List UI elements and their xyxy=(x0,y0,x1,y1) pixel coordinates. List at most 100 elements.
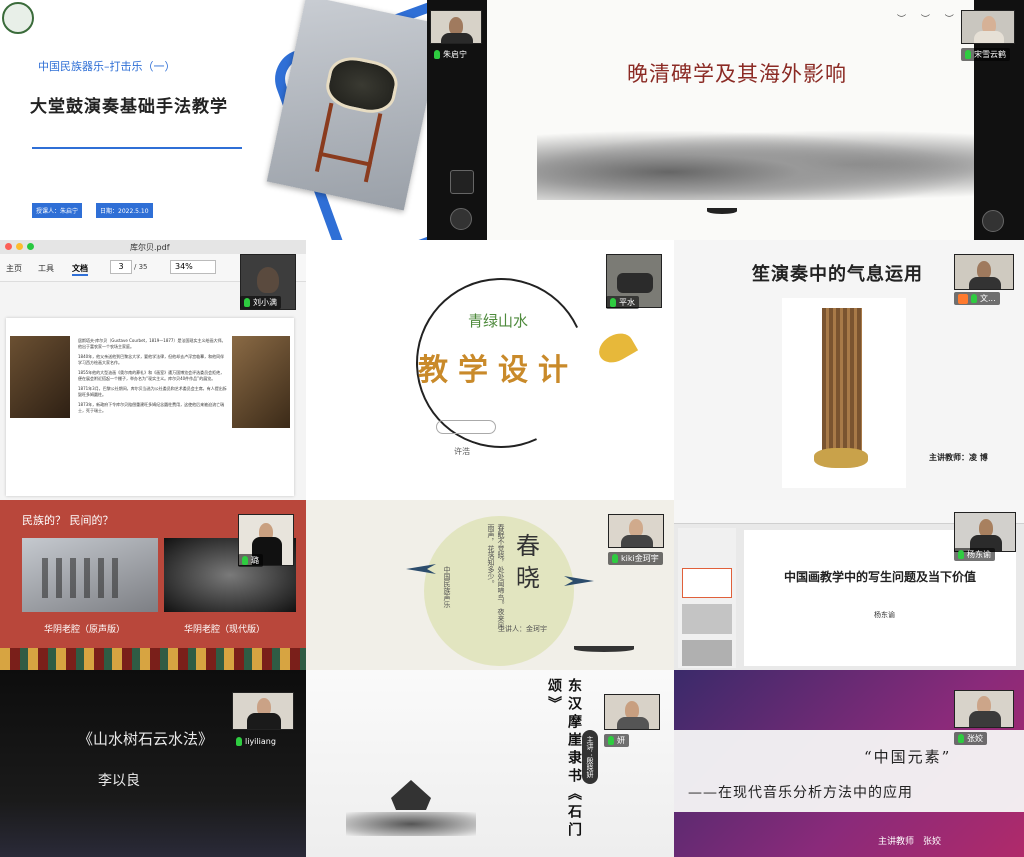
slide-title: 中国画教学中的写生问题及当下价值 xyxy=(784,570,977,584)
minimize-window-icon[interactable] xyxy=(16,243,23,250)
tile-sheng[interactable]: 笙演奏中的气息运用 主讲教师：凌 博 文... xyxy=(674,240,1024,500)
slide-thumbnail[interactable] xyxy=(682,604,732,634)
quote-title: “中国元素” xyxy=(864,748,952,766)
tile-pdf-viewer[interactable]: 库尔贝.pdf 主页 工具 文档 3 / 35 34% 刘小满 居斯塔夫·库尔贝… xyxy=(0,240,306,500)
tile-painting-ppt[interactable]: 中国画教学中的写生问题及当下价值 杨东谕 杨东谕 xyxy=(674,500,1024,670)
participant-name-tag: 璐 xyxy=(238,554,263,567)
slide-teacher: 主讲教师：凌 博 xyxy=(929,453,988,462)
menu-document[interactable]: 文档 xyxy=(72,263,88,276)
slide-title: 《山水树石云水法》 xyxy=(78,730,214,748)
slide-title: ——在现代音乐分析方法中的应用 xyxy=(688,785,913,801)
caption-original: 华阴老腔（原声版） xyxy=(44,625,126,635)
tile-drum-lesson[interactable]: 中国民族器乐–打击乐（一） 大堂鼓演奏基础手法教学 授课人：朱启宁 日期：202… xyxy=(0,0,487,240)
page-total: / 35 xyxy=(134,263,148,271)
mic-on-icon xyxy=(971,294,977,303)
participant-video xyxy=(608,514,664,548)
participant-video xyxy=(430,10,482,44)
slide-title: 东汉摩崖隶书《石门颂》 xyxy=(546,678,582,840)
portrait-left xyxy=(10,336,70,418)
fisherman-boat xyxy=(574,646,634,652)
participant-name-tag: 杨东谕 xyxy=(954,548,995,561)
pdf-bullet: 1840年，他父亲送他到巴黎念大学，要他学法律，但他却去卢浮宫临摹，和他同伴学习… xyxy=(78,354,225,365)
tile-calligraphy[interactable]: 晚清碑学及其海外影响 ︶ ︶ ︶ 宋雪云鹤 xyxy=(487,0,1024,240)
participant-name-tag: 妍 xyxy=(604,734,629,747)
mic-on-icon xyxy=(612,554,618,563)
participant-name-tag: kiki金珂宇 xyxy=(608,552,663,565)
slide-thumbnail[interactable] xyxy=(682,568,732,598)
participant-name-tag: 平水 xyxy=(606,296,639,309)
mic-on-icon xyxy=(236,737,242,746)
tile-landscape-trees[interactable]: 《山水树石云水法》 李以良 liyiliang xyxy=(0,670,306,857)
zoom-select[interactable]: 34% xyxy=(170,260,216,274)
menu-home[interactable]: 主页 xyxy=(6,263,22,274)
slide-title: 教学设计 xyxy=(418,353,578,388)
photo-original xyxy=(22,538,158,612)
info-badge-date: 日期：2022.5.10 xyxy=(96,203,153,218)
slide-author: 杨东谕 xyxy=(874,611,895,619)
maximize-window-icon[interactable] xyxy=(27,243,34,250)
screen-share-icon[interactable] xyxy=(450,170,474,194)
speaker-label: 主讲人：金珂宇 xyxy=(498,625,547,633)
pdf-bullet: 1855年他的大型油画《奥尔南的葬礼》和《画室》遭万国博览会评选委员会拒绝，便在… xyxy=(78,370,225,381)
mic-on-icon xyxy=(434,50,440,59)
participant-name-tag: liyiliang xyxy=(232,736,280,747)
slide-title: 民族的？ 民间的？ xyxy=(22,514,114,527)
ginkgo-leaf-decor xyxy=(593,327,639,369)
tile-shimen-song[interactable]: 东汉摩崖隶书《石门颂》 主讲：殷晓妍 妍 xyxy=(306,670,674,857)
mic-on-icon xyxy=(244,298,250,307)
participant-name-tag: 张姣 xyxy=(954,732,987,745)
participant-name-tag: 文... xyxy=(954,292,1000,305)
participant-video xyxy=(961,10,1015,44)
video-grid: 中国民族器乐–打击乐（一） 大堂鼓演奏基础手法教学 授课人：朱启宁 日期：202… xyxy=(0,0,1024,857)
tile-landscape-design[interactable]: 青绿山水 教学设计 许浩 平水 xyxy=(306,240,674,500)
sheng-photo xyxy=(782,298,906,488)
mic-on-icon xyxy=(242,556,248,565)
menu-tools[interactable]: 工具 xyxy=(38,263,54,274)
mic-muted-icon[interactable] xyxy=(450,208,472,230)
participant-name-tag: 刘小满 xyxy=(240,296,281,309)
university-logo xyxy=(2,2,34,34)
mic-on-icon xyxy=(958,550,964,559)
pdf-page: 居斯塔夫·库尔贝（Gustave Courbet，1819—1877）是法国现实… xyxy=(6,318,294,496)
participant-name-tag: 宋雪云鹤 xyxy=(961,48,1010,61)
tile-folk-music[interactable]: 民族的？ 民间的？ 华阴老腔（原声版） 华阴老腔（现代版） 璐 xyxy=(0,500,306,670)
slide-subtitle: 中国民族器乐–打击乐（一） xyxy=(38,60,176,73)
slide-thumbnail[interactable] xyxy=(682,640,732,666)
birds-decor: ︶ ︶ ︶ xyxy=(897,15,960,25)
mic-on-icon xyxy=(958,734,964,743)
window-titlebar: 库尔贝.pdf xyxy=(0,240,306,254)
mic-on-icon xyxy=(608,736,614,745)
slide-title-char1: 春 xyxy=(516,532,540,560)
info-badge-teacher: 授课人：朱启宁 xyxy=(32,203,83,218)
pdf-bullet: 居斯塔夫·库尔贝（Gustave Courbet，1819—1877）是法国现实… xyxy=(78,338,226,349)
ink-mountain-painting xyxy=(537,130,977,200)
pagoda-island-photo xyxy=(346,770,476,846)
tile-spring-dawn[interactable]: 春 晓 春眠不觉晓，处处闻啼鸟。夜来风雨声，花落知多少。 中国民族声乐 主讲人：… xyxy=(306,500,674,670)
slide-author: 李以良 xyxy=(98,773,140,789)
slide-title-char2: 晓 xyxy=(516,564,540,592)
slide-title: 大堂鼓演奏基础手法教学 xyxy=(30,97,228,117)
slide-thumbnails-panel xyxy=(678,528,736,668)
cloud-decor xyxy=(436,420,496,434)
slide-title: 笙演奏中的气息运用 xyxy=(752,264,923,285)
page-number-input[interactable]: 3 xyxy=(110,260,132,274)
boat-figure xyxy=(707,208,737,214)
caption-modern: 华阴老腔（现代版） xyxy=(184,625,266,635)
speaker-tag: 主讲：殷晓妍 xyxy=(582,730,598,784)
portrait-right xyxy=(232,336,290,428)
participant-name-tag: 朱启宁 xyxy=(430,48,471,61)
poem-text: 春眠不觉晓，处处闻啼鸟。夜来风雨声，花落知多少。 xyxy=(487,524,505,629)
slide-subtitle: 青绿山水 xyxy=(468,312,529,330)
pdf-bullet-list: 居斯塔夫·库尔贝（Gustave Courbet，1819—1877）是法国现实… xyxy=(78,338,228,414)
close-window-icon[interactable] xyxy=(5,243,12,250)
participant-video xyxy=(954,690,1014,728)
slide-author: 许浩 xyxy=(454,447,470,456)
file-name: 库尔贝.pdf xyxy=(130,243,170,252)
side-label: 中国民族声乐 xyxy=(443,566,451,608)
pdf-bullet: 1871年3月，巴黎公社期间，库尔贝当选为公社委员和艺术委员会主席，有人提出拆毁… xyxy=(78,386,227,397)
tile-chinese-elements[interactable]: “中国元素” ——在现代音乐分析方法中的应用 主讲教师 张姣 张姣 xyxy=(674,670,1024,857)
participant-video xyxy=(604,694,660,730)
slide-title: 晚清碑学及其海外影响 xyxy=(627,62,847,86)
participant-video xyxy=(954,254,1014,290)
mic-muted-icon[interactable] xyxy=(982,210,1004,232)
